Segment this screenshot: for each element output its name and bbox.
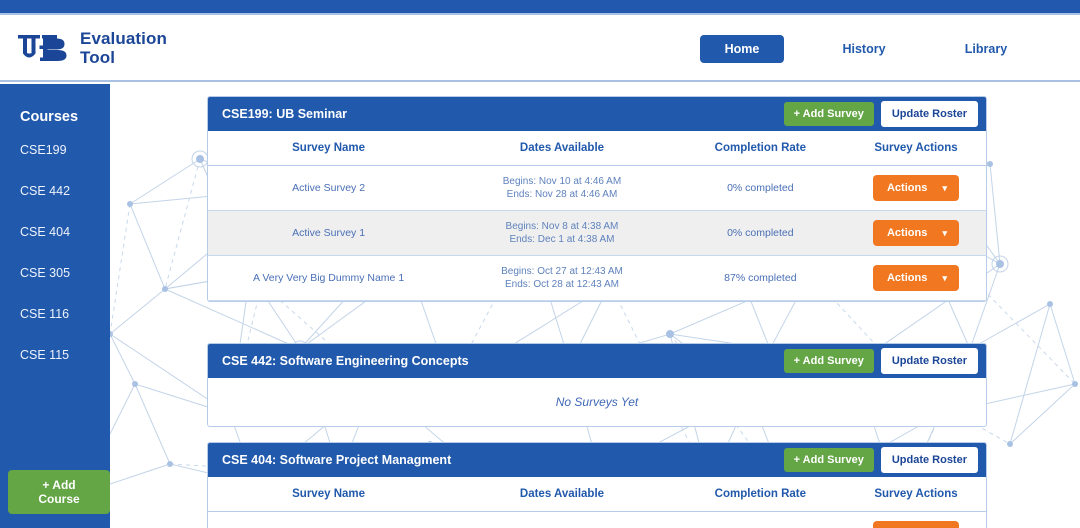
course-card-header: CSE199: UB Seminar + Add Survey Update R… bbox=[208, 97, 986, 131]
cell-actions: Actions ▾ bbox=[845, 165, 986, 211]
chevron-down-icon: ▾ bbox=[942, 227, 947, 238]
table-row: CSE 404 #2 Begins: Oct 27 at 12:43 AM 10… bbox=[208, 511, 986, 528]
actions-label: Actions bbox=[886, 272, 928, 284]
cell-survey-name: CSE 404 #2 bbox=[208, 511, 450, 528]
course-card-cse404: CSE 404: Software Project Managment + Ad… bbox=[207, 442, 987, 528]
survey-begins: Begins: Nov 10 at 4:46 AM bbox=[502, 176, 622, 187]
survey-name-link[interactable]: A Very Very Big Dummy Name 1 bbox=[253, 272, 404, 284]
sidebar-item-cse116[interactable]: CSE 116 bbox=[20, 307, 110, 321]
course-title: CSE 442: Software Engineering Concepts bbox=[222, 354, 469, 368]
add-survey-button[interactable]: + Add Survey bbox=[783, 102, 874, 126]
completion-rate: 0% completed bbox=[727, 182, 794, 194]
sidebar: Courses CSE199 CSE 442 CSE 404 CSE 305 C… bbox=[0, 84, 110, 528]
column-header-dates-available: Dates Available bbox=[449, 131, 675, 166]
survey-name-link[interactable]: Active Survey 2 bbox=[292, 182, 365, 194]
sidebar-item-cse442[interactable]: CSE 442 bbox=[20, 184, 110, 198]
cell-dates: Begins: Nov 10 at 4:46 AM Ends: Nov 28 a… bbox=[449, 165, 675, 211]
table-header-row: Survey Name Dates Available Completion R… bbox=[208, 477, 986, 512]
ub-logo-icon bbox=[18, 34, 67, 61]
brand-title-line1: Evaluation bbox=[80, 28, 167, 48]
survey-ends: Ends: Oct 28 at 12:43 AM bbox=[504, 279, 619, 290]
update-roster-button[interactable]: Update Roster bbox=[880, 101, 978, 127]
empty-state-message: No Surveys Yet bbox=[555, 395, 639, 409]
surveys-table: Survey Name Dates Available Completion R… bbox=[208, 477, 986, 528]
sidebar-item-cse199[interactable]: CSE199 bbox=[20, 143, 110, 157]
main-nav: Home History Library bbox=[700, 15, 1028, 82]
add-course-button[interactable]: + Add Course bbox=[8, 470, 110, 514]
completion-rate: 87% completed bbox=[724, 272, 797, 284]
update-roster-button[interactable]: Update Roster bbox=[880, 447, 978, 473]
sidebar-title: Courses bbox=[20, 109, 79, 125]
survey-begins: Begins: Oct 27 at 12:43 AM bbox=[501, 266, 623, 277]
cell-completion: 100% completed bbox=[674, 511, 846, 528]
nav-item-library[interactable]: Library bbox=[944, 42, 1028, 56]
brand-title: Evaluation Tool bbox=[80, 29, 167, 67]
cell-dates: Begins: Oct 27 at 12:43 AM bbox=[449, 511, 675, 528]
update-roster-button[interactable]: Update Roster bbox=[880, 348, 978, 374]
cell-actions: Actions ▾ bbox=[845, 255, 986, 301]
table-row: Active Survey 1 Begins: Nov 8 at 4:38 AM… bbox=[208, 210, 986, 256]
sidebar-item-cse305[interactable]: CSE 305 bbox=[20, 266, 110, 280]
course-card-header: CSE 404: Software Project Managment + Ad… bbox=[208, 443, 986, 477]
table-row: A Very Very Big Dummy Name 1 Begins: Oct… bbox=[208, 255, 986, 301]
top-accent-bar bbox=[0, 0, 1080, 13]
nav-item-home[interactable]: Home bbox=[700, 34, 784, 63]
course-card-cse442: CSE 442: Software Engineering Concepts +… bbox=[207, 343, 987, 427]
course-title: CSE199: UB Seminar bbox=[222, 107, 348, 121]
column-header-completion-rate: Completion Rate bbox=[674, 131, 846, 166]
column-header-survey-name: Survey Name bbox=[208, 131, 450, 166]
column-header-dates-available: Dates Available bbox=[449, 477, 675, 512]
nav-item-history[interactable]: History bbox=[822, 42, 906, 56]
sidebar-item-cse404[interactable]: CSE 404 bbox=[20, 225, 110, 239]
actions-button[interactable]: Actions ▾ bbox=[872, 220, 959, 246]
cell-survey-name: Active Survey 2 bbox=[208, 165, 450, 211]
table-header-row: Survey Name Dates Available Completion R… bbox=[208, 131, 986, 166]
actions-button[interactable]: Actions ▾ bbox=[872, 175, 959, 201]
survey-begins: Begins: Nov 8 at 4:38 AM bbox=[505, 221, 619, 232]
cell-actions: Actions ▾ bbox=[845, 210, 986, 256]
column-header-completion-rate: Completion Rate bbox=[674, 477, 846, 512]
actions-label: Actions bbox=[886, 182, 928, 194]
cell-completion: 0% completed bbox=[674, 165, 846, 211]
app-root: Evaluation Tool Home History Library Cou… bbox=[0, 0, 1080, 528]
column-header-survey-actions: Survey Actions bbox=[845, 131, 986, 166]
chevron-down-icon: ▾ bbox=[942, 272, 947, 283]
cell-survey-name: A Very Very Big Dummy Name 1 bbox=[208, 255, 450, 301]
course-title: CSE 404: Software Project Managment bbox=[222, 453, 452, 467]
survey-ends: Ends: Dec 1 at 4:38 AM bbox=[509, 234, 615, 245]
cell-survey-name: Active Survey 1 bbox=[208, 210, 450, 256]
surveys-table: Survey Name Dates Available Completion R… bbox=[208, 131, 986, 301]
actions-label: Actions bbox=[886, 227, 928, 239]
actions-button[interactable]: Actions ▾ bbox=[872, 265, 959, 291]
cell-completion: 0% completed bbox=[674, 210, 846, 256]
chevron-down-icon: ▾ bbox=[942, 182, 947, 193]
main-content: CSE199: UB Seminar + Add Survey Update R… bbox=[110, 84, 1080, 528]
actions-button[interactable]: Actions ▾ bbox=[872, 521, 959, 528]
sidebar-item-cse115[interactable]: CSE 115 bbox=[20, 348, 110, 362]
table-row: Active Survey 2 Begins: Nov 10 at 4:46 A… bbox=[208, 165, 986, 211]
brand: Evaluation Tool bbox=[17, 29, 167, 67]
cell-completion: 87% completed bbox=[674, 255, 846, 301]
column-header-survey-actions: Survey Actions bbox=[845, 477, 986, 512]
cell-dates: Begins: Oct 27 at 12:43 AM Ends: Oct 28 … bbox=[449, 255, 675, 301]
add-survey-button[interactable]: + Add Survey bbox=[783, 349, 874, 373]
survey-ends: Ends: Nov 28 at 4:46 AM bbox=[506, 189, 618, 200]
brand-title-line2: Tool bbox=[80, 47, 116, 67]
course-card-header: CSE 442: Software Engineering Concepts +… bbox=[208, 344, 986, 378]
column-header-survey-name: Survey Name bbox=[208, 477, 450, 512]
survey-name-link[interactable]: Active Survey 1 bbox=[292, 227, 365, 239]
course-card-cse199: CSE199: UB Seminar + Add Survey Update R… bbox=[207, 96, 987, 302]
page-header: Evaluation Tool Home History Library bbox=[0, 15, 1080, 82]
add-survey-button[interactable]: + Add Survey bbox=[783, 448, 874, 472]
cell-dates: Begins: Nov 8 at 4:38 AM Ends: Dec 1 at … bbox=[449, 210, 675, 256]
completion-rate: 0% completed bbox=[727, 227, 794, 239]
cell-actions: Actions ▾ bbox=[845, 511, 986, 528]
